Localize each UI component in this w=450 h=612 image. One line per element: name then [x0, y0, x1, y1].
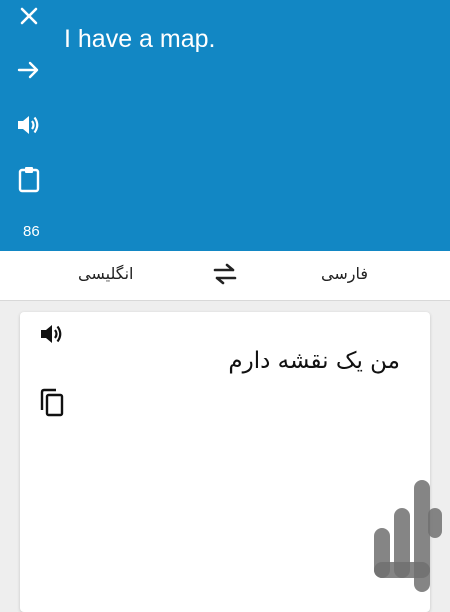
- speak-input-button[interactable]: [15, 111, 43, 139]
- speak-result-button[interactable]: [37, 321, 67, 351]
- arrow-right-icon: [17, 60, 41, 80]
- app-logo: [370, 478, 446, 596]
- copy-icon: [39, 388, 65, 422]
- input-panel: I have a map. 86: [0, 0, 450, 251]
- swap-languages-button[interactable]: [209, 262, 241, 290]
- close-button[interactable]: [15, 2, 43, 30]
- swap-icon: [211, 262, 239, 290]
- character-count: 86: [23, 223, 40, 240]
- clipboard-icon: [17, 165, 41, 193]
- close-icon: [18, 5, 40, 27]
- source-language[interactable]: فارسی: [321, 264, 368, 283]
- input-text[interactable]: I have a map.: [64, 22, 434, 56]
- volume-icon: [39, 322, 65, 350]
- target-language[interactable]: انگلیسی: [78, 264, 133, 283]
- language-bar: انگلیسی فارسی: [0, 251, 450, 301]
- translate-button[interactable]: [15, 56, 43, 84]
- translation-result: من یک نقشه دارم: [228, 348, 400, 374]
- result-card: من یک نقشه دارم: [20, 312, 430, 612]
- copy-result-button[interactable]: [37, 388, 67, 422]
- paste-button[interactable]: [15, 165, 43, 193]
- volume-icon: [16, 113, 42, 137]
